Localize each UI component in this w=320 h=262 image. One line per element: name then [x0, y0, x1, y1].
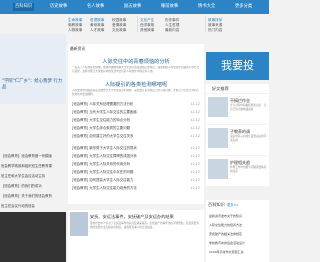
- article-row[interactable]: [班会教育] 如何提高大学生人际交往能力 11-12: [72, 176, 200, 184]
- list-item[interactable]: 学校教育中的班会活动设计: [209, 241, 267, 245]
- article-row[interactable]: [班会教育] 大学生综合素质的主要问题 11-12: [72, 124, 200, 132]
- baike-header: 百科知识 ·更多>>: [208, 202, 239, 208]
- article-date: 11-12: [190, 126, 200, 130]
- article-row[interactable]: [班会教育] 人际关系处理需要的方法分析 11-12: [72, 100, 200, 108]
- list-item[interactable]: 班主任会议行动的班会: [0, 201, 66, 211]
- ad-banner[interactable]: 我要投: [206, 52, 269, 80]
- feature-article[interactable]: 安抚、安运法事件，安抚破产及安运办的结果 现在社会中人们对于安运法事件的关注度越…: [68, 210, 204, 262]
- article-row[interactable]: [班会教育] 大学生人际交往障碍的成因分析 11-12: [72, 152, 200, 160]
- article-title[interactable]: [班会教育] 大学生人际交往能力培养的方法: [72, 184, 137, 192]
- section-title: 最新资讯: [70, 46, 86, 51]
- top-nav: 百科知识 历史故事 名人故事 励志故事 睡前故事 情书大全 更多分类: [0, 0, 269, 14]
- subnav-link[interactable]: 文化故事: [112, 28, 126, 33]
- article-date: 11-12: [190, 162, 200, 166]
- article-date: 11-12: [190, 154, 200, 158]
- article-row[interactable]: [班会教育] 大学生人际交往中存在的问题 11-12: [72, 168, 200, 176]
- subnav-link[interactable]: 热门内容: [208, 28, 222, 33]
- subnav-link[interactable]: 人才故事: [90, 28, 104, 33]
- article-title[interactable]: [班会教育] 如何提高大学生人际交往能力: [72, 176, 133, 184]
- article-row[interactable]: [班会教育] 大学生交往能力的特点分析 11-12: [72, 116, 200, 124]
- hot-item[interactable]: 护理相关趋 护理工作中的细节问题需要特别的注意: [206, 156, 269, 186]
- article-date: 11-12: [190, 170, 200, 174]
- bottom-left-image[interactable]: [0, 212, 66, 262]
- nav-item-more[interactable]: 更多分类: [235, 3, 252, 11]
- list-item[interactable]: 安抚破产的相关法律规定: [209, 232, 267, 236]
- article-title[interactable]: [班会教育] 新形势下大学生人际交往的现状: [72, 144, 137, 152]
- nav-item-inspire[interactable]: 励志故事: [124, 3, 141, 11]
- article-date: 11-12: [190, 102, 200, 106]
- hot-item[interactable]: 不搞烂作业 学习过程中积极积累知识点，让自己的大脑快速运转: [206, 94, 269, 124]
- article-date: 11-12: [190, 178, 200, 182]
- hot-section-title: 好文推荐: [206, 84, 269, 93]
- nav-item-bedtime[interactable]: 睡前故事: [161, 3, 178, 11]
- article-row[interactable]: [班会教育] 大学生人际交往能力培养的方法 11-12: [72, 184, 200, 192]
- baike-title: 百科知识: [208, 202, 225, 207]
- main-news-panel: 最新资讯 人际交往中的青春烦恼的分析 一段关于人际交往的烦恼，能够准确地把握大学…: [68, 44, 204, 204]
- subnav-link[interactable]: 其他故事: [140, 28, 154, 33]
- list-item[interactable]: 最新资讯发布关于的知识: [209, 214, 267, 218]
- thumbnail[interactable]: [70, 212, 88, 236]
- article-title[interactable]: [班会教育] 人际关系处理需要的方法分析: [72, 100, 133, 108]
- subnav-link[interactable]: 人物故事: [68, 28, 82, 33]
- feature-title[interactable]: 安抚、安运法事件，安抚破产及安运办的结果: [90, 214, 174, 220]
- article-title[interactable]: [班会教育] 大学生人际交往障碍的成因分析: [72, 152, 137, 160]
- headline-1[interactable]: 人际交往中的青春烦恼的分析: [68, 58, 204, 65]
- subnav-divider: [137, 16, 138, 32]
- subnav-link[interactable]: 最新内容: [165, 28, 179, 33]
- thumbnail[interactable]: [208, 128, 228, 148]
- summary-2: 人际交往中的困惑其实需要经过大学生的自身的调整，来更加认识清楚自己的心理问题，才…: [72, 89, 200, 96]
- nav-item-loveletter[interactable]: 情书大全: [198, 3, 215, 11]
- article-title[interactable]: [班会教育] 当代大学生人际交往的主要困惑: [72, 108, 137, 116]
- headline-2[interactable]: 人际疑引的各类检测哪吧呢: [68, 81, 204, 88]
- left-banner-title[interactable]: "学院"仁厂乡"：给心我梦 行力 品: [2, 79, 64, 91]
- article-date: 11-12: [190, 146, 200, 150]
- thumbnail[interactable]: [208, 159, 228, 179]
- nav-item-history[interactable]: 历史故事: [50, 3, 67, 11]
- hot-item[interactable]: 子教养的调 家庭中孩子的成长需要良好的环境氛围: [206, 125, 269, 155]
- list-item[interactable]: 【班会教育】班会教育做一份模版: [0, 151, 66, 161]
- article-row[interactable]: [班会教育] 新形势下大学生人际交往的现状 11-12: [72, 144, 200, 152]
- subnav-divider: [205, 16, 206, 32]
- summary-1: 一段关于人际交往的烦恼，能够准确地把握大学生的心理发展和心理特点，进而把握人际交…: [72, 66, 200, 73]
- nav-item-baike[interactable]: 百科知识: [13, 3, 35, 11]
- list-item[interactable]: 班主任和大学生会议活动主持: [0, 171, 66, 181]
- baike-panel: 百科知识 ·更多>> 最新资讯发布关于的知识 人际交往能力的培养方法 安抚破产的…: [206, 200, 269, 262]
- article-row[interactable]: [班会教育] 如何建立好的大学生交往关系 11-12: [72, 132, 200, 140]
- hot-item-desc: 护理工作中的细节问题需要特别的注意: [230, 166, 267, 173]
- article-date: 11-12: [190, 134, 200, 138]
- list-item[interactable]: 人际交往能力的培养方法: [209, 223, 267, 227]
- article-title[interactable]: [班会教育] 大学生综合素质的主要问题: [72, 124, 130, 132]
- article-row[interactable]: [班会教育] 当代大学生人际交往的主要困惑 11-12: [72, 108, 200, 116]
- article-row[interactable]: [班会教育] 大学生人际关系的作用分析 11-12: [72, 160, 200, 168]
- nav-item-famous[interactable]: 名人故事: [87, 3, 104, 11]
- article-title[interactable]: [班会教育] 如何建立好的大学生交往关系: [72, 132, 133, 140]
- article-date: 11-12: [190, 186, 200, 190]
- more-link[interactable]: ·更多>>: [226, 203, 239, 207]
- hot-item-desc: 学习过程中积极积累知识点，让自己的大脑快速运转: [230, 104, 267, 111]
- article-date: 11-12: [190, 118, 200, 122]
- list-item[interactable]: 班会教学精致和组织班主任教育课: [0, 161, 66, 171]
- left-banner[interactable]: [0, 34, 66, 104]
- feature-desc: 现在社会中人们对于安运法事件的关注度越来越高，安抚破产的事件也在不断增加，因此需…: [90, 222, 199, 229]
- article-title[interactable]: [班会教育] 大学生人际关系的作用分析: [72, 160, 130, 168]
- hot-item-desc: 家庭中孩子的成长需要良好的环境氛围: [230, 135, 267, 142]
- list-item[interactable]: 2009年高考作文题目汇总: [209, 250, 267, 254]
- article-date: 11-12: [190, 110, 200, 114]
- article-title[interactable]: [班会教育] 大学生人际交往中存在的问题: [72, 168, 133, 176]
- article-title[interactable]: [班会教育] 大学生交往能力的特点分析: [72, 116, 130, 124]
- list-item[interactable]: 【班会教育】关于我们的班会教育: [0, 191, 66, 201]
- sub-nav: 生命故事 佛教故事 人物故事 哲理故事 黄帝故事 人才故事 校园故事 爱情故事 …: [0, 15, 269, 33]
- thumbnail[interactable]: [208, 97, 228, 117]
- list-item[interactable]: 【班会教育】的我们的成功: [0, 181, 66, 191]
